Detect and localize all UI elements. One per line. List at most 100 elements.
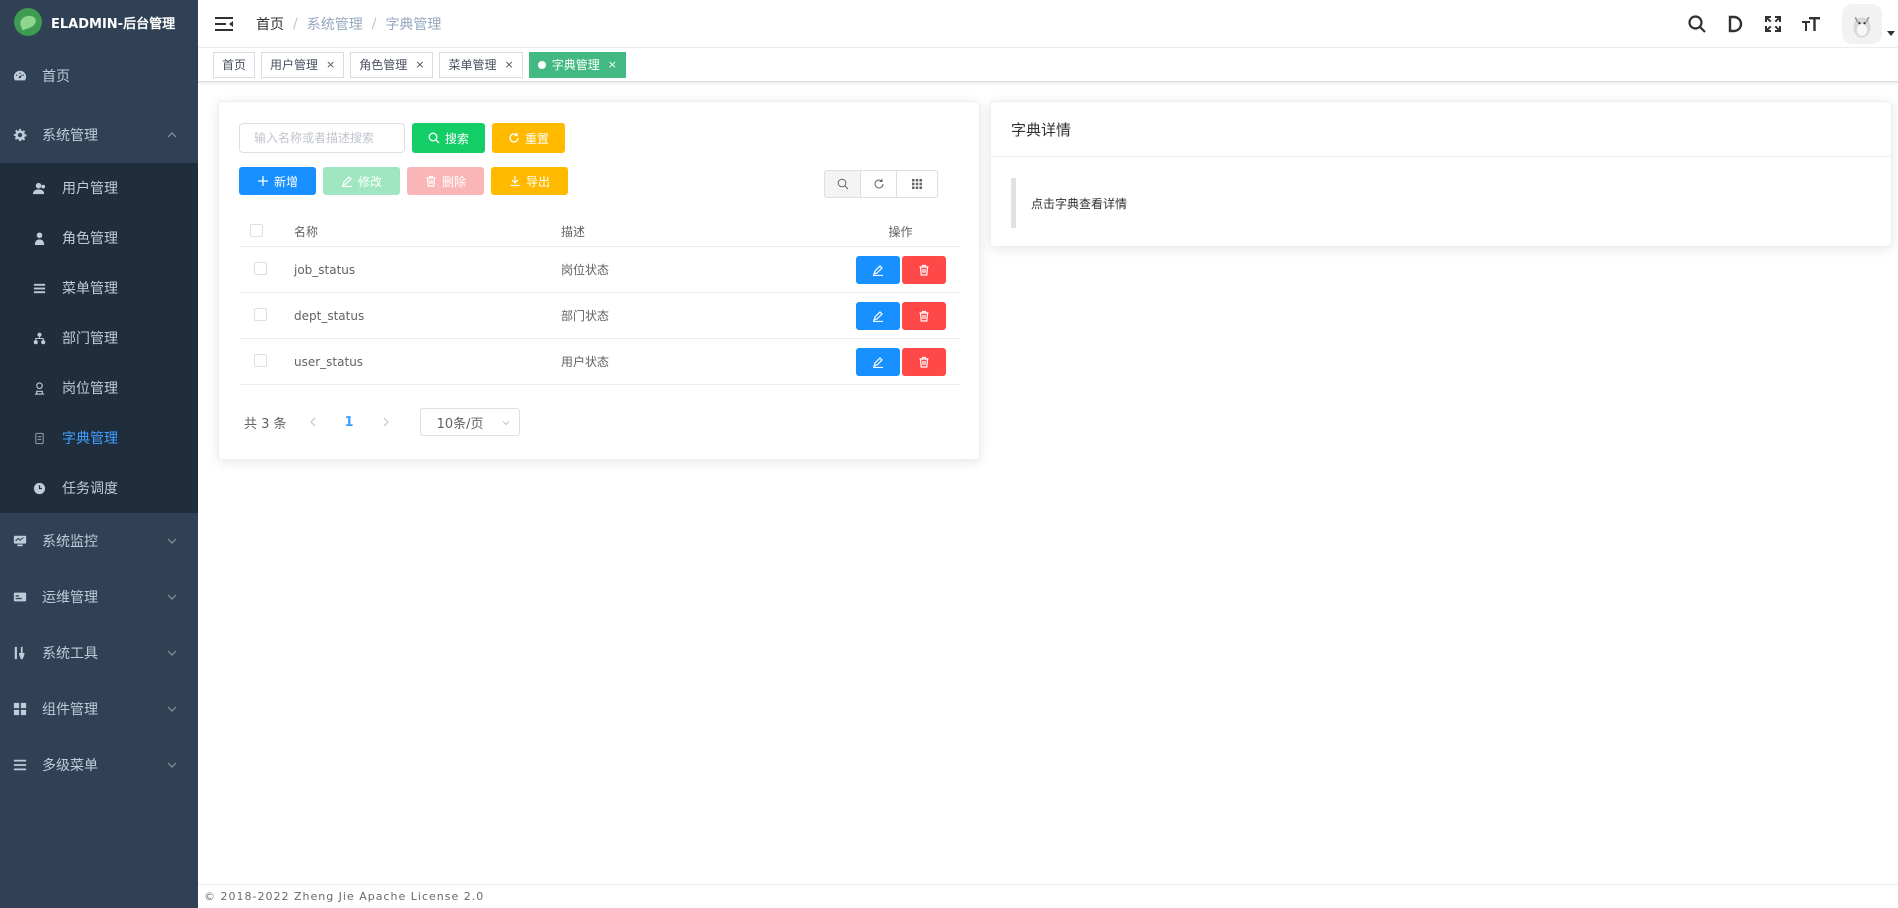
header-search-icon[interactable] <box>1678 0 1716 48</box>
table-row[interactable]: user_status 用户状态 <box>239 339 960 385</box>
breadcrumb-system: 系统管理 <box>306 16 363 33</box>
row-edit-button[interactable] <box>855 347 900 376</box>
next-page-icon[interactable] <box>380 416 392 428</box>
logo-leaf-icon <box>14 8 42 36</box>
row-edit-button[interactable] <box>855 255 900 284</box>
delete-button[interactable]: 删除 <box>407 167 484 195</box>
row-delete-button[interactable] <box>901 301 946 330</box>
chevron-down-icon <box>167 594 177 600</box>
trash-icon <box>919 310 928 322</box>
sidebar-item-users[interactable]: 用户管理 <box>0 163 198 213</box>
page-number[interactable]: 1 <box>345 415 354 430</box>
add-button[interactable]: 新增 <box>239 167 316 195</box>
edit-button[interactable]: 修改 <box>323 167 400 195</box>
cell-name: user_status <box>294 354 364 369</box>
row-delete-button[interactable] <box>901 255 946 284</box>
header-check-cell <box>239 223 294 240</box>
edit-icon <box>872 356 883 368</box>
ops-icon <box>12 589 28 605</box>
sidebar-item-monitor[interactable]: 系统监控 <box>0 513 198 569</box>
tag-label: 字典管理 <box>551 58 600 72</box>
refresh-button[interactable] <box>860 170 897 198</box>
close-icon[interactable]: × <box>505 58 514 71</box>
avatar[interactable] <box>1842 4 1882 44</box>
tag-dictionary[interactable]: 字典管理 × <box>528 51 626 78</box>
page-size-select[interactable]: 10条/页 <box>419 408 520 436</box>
chevron-down-icon <box>167 762 177 768</box>
dictionary-detail-card: 字典详情 点击字典查看详情 <box>990 101 1892 247</box>
row-checkbox[interactable] <box>254 307 267 321</box>
caret-down-icon[interactable] <box>1886 28 1896 38</box>
role-icon <box>32 231 46 245</box>
sidebar-item-home[interactable]: 首页 <box>0 44 198 107</box>
table-row[interactable]: job_status 岗位状态 <box>239 247 960 293</box>
row-check-cell <box>239 307 294 324</box>
sidebar-item-timing[interactable]: 任务调度 <box>0 463 198 513</box>
columns-button[interactable] <box>896 170 938 198</box>
row-checkbox[interactable] <box>254 261 267 275</box>
system-submenu: 用户管理 角色管理 菜单管理 部门管理 岗位管理 字典管理 任务调度 <box>0 163 198 513</box>
tag-users[interactable]: 用户管理 × <box>261 51 345 78</box>
crud-toolbar: 新增 修改 删除 导出 <box>239 167 575 195</box>
tag-menus[interactable]: 菜单管理 × <box>439 51 523 78</box>
header-desc: 描述 <box>561 225 586 239</box>
tag-home[interactable]: 首页 <box>213 51 256 78</box>
cell-name: job_status <box>294 262 356 277</box>
font-size-icon[interactable] <box>1792 0 1830 48</box>
fullscreen-icon[interactable] <box>1754 0 1792 48</box>
sidebar-item-menus[interactable]: 菜单管理 <box>0 263 198 313</box>
sidebar-item-nested[interactable]: 多级菜单 <box>0 737 198 793</box>
hamburger-icon[interactable] <box>214 14 234 34</box>
list-icon <box>12 757 28 773</box>
sidebar-item-ops[interactable]: 运维管理 <box>0 569 198 625</box>
sidebar-item-roles[interactable]: 角色管理 <box>0 213 198 263</box>
dept-icon <box>32 331 46 345</box>
refresh-icon <box>874 179 883 189</box>
close-icon[interactable]: × <box>608 58 617 71</box>
select-all-checkbox[interactable] <box>250 223 263 237</box>
search-button[interactable]: 搜索 <box>412 123 485 153</box>
sidebar-item-components[interactable]: 组件管理 <box>0 681 198 737</box>
table-row[interactable]: dept_status 部门状态 <box>239 293 960 339</box>
sidebar-item-tools[interactable]: 系统工具 <box>0 625 198 681</box>
reset-button[interactable]: 重置 <box>492 123 565 153</box>
sidebar-item-posts[interactable]: 岗位管理 <box>0 363 198 413</box>
delete-button-label: 删除 <box>441 174 466 189</box>
sidebar-item-dictionary[interactable]: 字典管理 <box>0 413 198 463</box>
export-button[interactable]: 导出 <box>491 167 568 195</box>
cell-op <box>841 301 960 330</box>
toggle-search-button[interactable] <box>824 170 861 198</box>
tag-roles[interactable]: 角色管理 × <box>350 51 434 78</box>
cell-desc: 部门状态 <box>561 309 610 323</box>
edit-icon <box>872 264 883 276</box>
tag-label: 菜单管理 <box>448 58 497 72</box>
row-delete-button[interactable] <box>901 347 946 376</box>
row-check-cell <box>239 353 294 370</box>
breadcrumb-current: 字典管理 <box>385 16 442 33</box>
sidebar-item-system[interactable]: 系统管理 <box>0 107 198 163</box>
close-icon[interactable]: × <box>326 58 335 71</box>
row-checkbox[interactable] <box>254 353 267 367</box>
row-edit-button[interactable] <box>855 301 900 330</box>
chevron-down-icon <box>167 650 177 656</box>
download-icon <box>510 176 520 187</box>
cell-op <box>841 347 960 376</box>
prev-page-icon[interactable] <box>307 416 319 428</box>
timer-icon <box>32 481 46 495</box>
sidebar-item-label: 组件管理 <box>42 702 98 718</box>
logo[interactable]: ELADMIN-后台管理 <box>0 0 198 44</box>
header-name: 名称 <box>294 225 319 239</box>
monitor-icon <box>12 533 28 549</box>
trash-icon <box>919 264 928 276</box>
sidebar-item-label: 岗位管理 <box>62 381 118 397</box>
tools-icon <box>12 645 28 661</box>
close-icon[interactable]: × <box>415 58 424 71</box>
trash-icon <box>426 175 436 187</box>
breadcrumb-home[interactable]: 首页 <box>256 14 284 34</box>
tag-label: 首页 <box>222 58 247 72</box>
dictionary-list-card: 搜索 重置 新增 修改 删除 导出 <box>218 101 980 460</box>
sidebar-item-label: 角色管理 <box>62 231 118 247</box>
sidebar-item-depts[interactable]: 部门管理 <box>0 313 198 363</box>
search-input[interactable] <box>239 123 405 153</box>
docs-icon[interactable] <box>1716 0 1754 48</box>
